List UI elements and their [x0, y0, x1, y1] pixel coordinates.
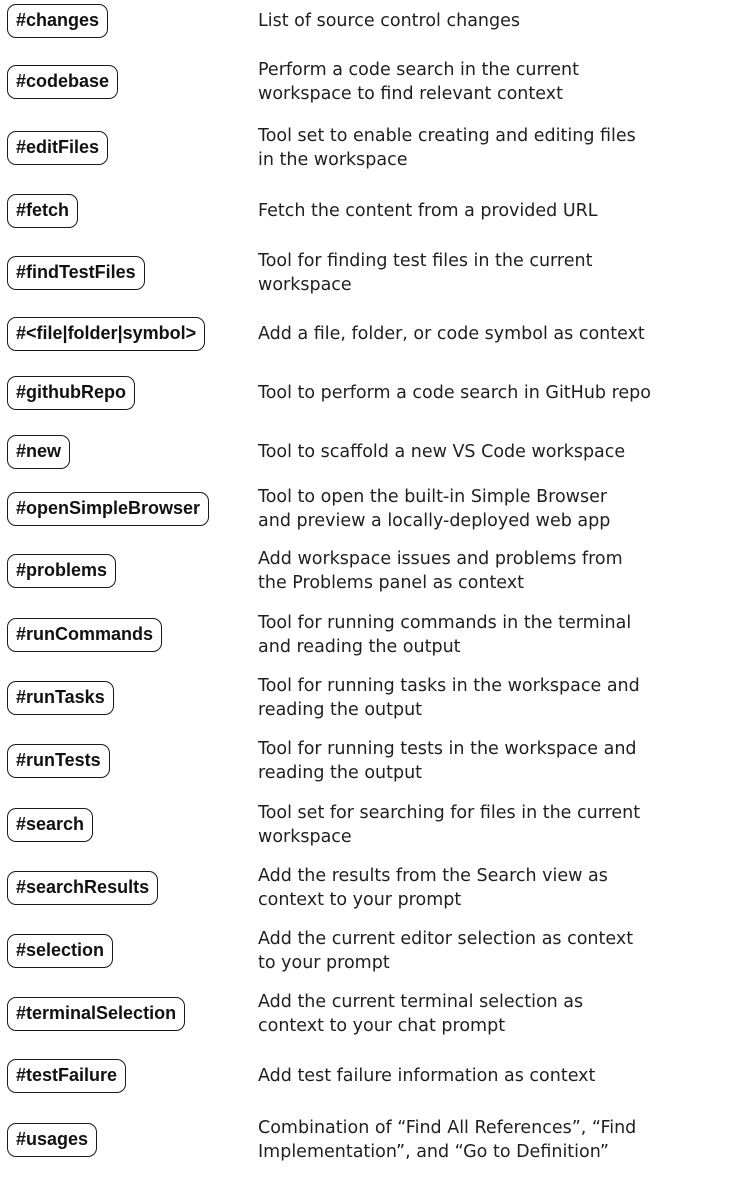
tool-description-line: context to your chat prompt: [258, 1016, 506, 1036]
tool-tag: #testFailure: [7, 1059, 127, 1093]
tool-description-line: context to your prompt: [258, 890, 462, 910]
tool-description-line: workspace: [258, 275, 352, 295]
tool-tag: #terminalSelection: [7, 997, 186, 1031]
tool-description-line: Fetch the content from a provided URL: [258, 201, 598, 221]
tool-description-line: Add workspace issues and problems from: [258, 549, 623, 569]
tool-tag: #findTestFiles: [7, 256, 145, 290]
tool-tag: #searchResults: [7, 871, 159, 905]
tool-description-line: workspace to find relevant context: [258, 84, 563, 104]
tool-tag: #githubRepo: [7, 376, 135, 410]
tool-description-line: Add the results from the Search view as: [258, 866, 608, 886]
tool-tag: #selection: [7, 934, 114, 968]
tool-description-line: Combination of “Find All References”, “F…: [258, 1118, 637, 1138]
tool-description-line: Add the current editor selection as cont…: [258, 929, 634, 949]
tool-tag: #changes: [7, 4, 109, 38]
tool-reference-list: #changes List of source control changes #c…: [0, 0, 738, 1190]
tool-tag: #codebase: [7, 65, 119, 99]
tool-description-line: and preview a locally-deployed web app: [258, 511, 611, 531]
tool-description-line: reading the output: [258, 700, 423, 720]
tool-description-line: in the workspace: [258, 150, 408, 170]
tool-description-line: Tool to open the built-in Simple Browser: [258, 487, 608, 507]
tool-description-line: Tool for running tasks in the workspace …: [258, 676, 640, 696]
tool-tag: #fetch: [7, 194, 79, 228]
tool-tag: #editFiles: [7, 131, 109, 165]
tool-tag: #runTasks: [7, 681, 114, 715]
tool-description-line: Add test failure information as context: [258, 1066, 596, 1086]
tool-description-line: Tool set to enable creating and editing …: [258, 126, 636, 146]
tool-description-line: Tool set for searching for files in the …: [258, 803, 641, 823]
tool-description-line: Perform a code search in the current: [258, 60, 579, 80]
tool-description-line: reading the output: [258, 763, 423, 783]
tool-tag: #usages: [7, 1123, 98, 1157]
tool-description-line: Add a file, folder, or code symbol as co…: [258, 324, 645, 344]
tool-tag: #runCommands: [7, 618, 163, 652]
tool-tag: #openSimpleBrowser: [7, 492, 210, 526]
tool-description-line: Implementation”, and “Go to Definition”: [258, 1142, 609, 1162]
tool-tag: #<file|folder|symbol>: [7, 317, 206, 351]
tool-description-line: and reading the output: [258, 637, 461, 657]
tool-tag: #new: [7, 435, 71, 469]
tool-description-line: Tool to perform a code search in GitHub …: [258, 383, 651, 403]
tool-tag: #problems: [7, 554, 117, 588]
tool-description-line: Tool to scaffold a new VS Code workspace: [258, 442, 626, 462]
tool-description-line: the Problems panel as context: [258, 573, 524, 593]
tool-description-line: List of source control changes: [258, 11, 521, 31]
tool-description-line: to your prompt: [258, 953, 390, 973]
tool-tag: #runTests: [7, 744, 110, 778]
tool-description-line: Tool for running commands in the termina…: [258, 613, 632, 633]
tool-description-line: Add the current terminal selection as: [258, 992, 584, 1012]
tool-description-line: workspace: [258, 827, 352, 847]
tool-description-line: Tool for running tests in the workspace …: [258, 739, 637, 759]
tool-description-line: Tool for finding test files in the curre…: [258, 251, 593, 271]
tool-tag: #search: [7, 808, 94, 842]
